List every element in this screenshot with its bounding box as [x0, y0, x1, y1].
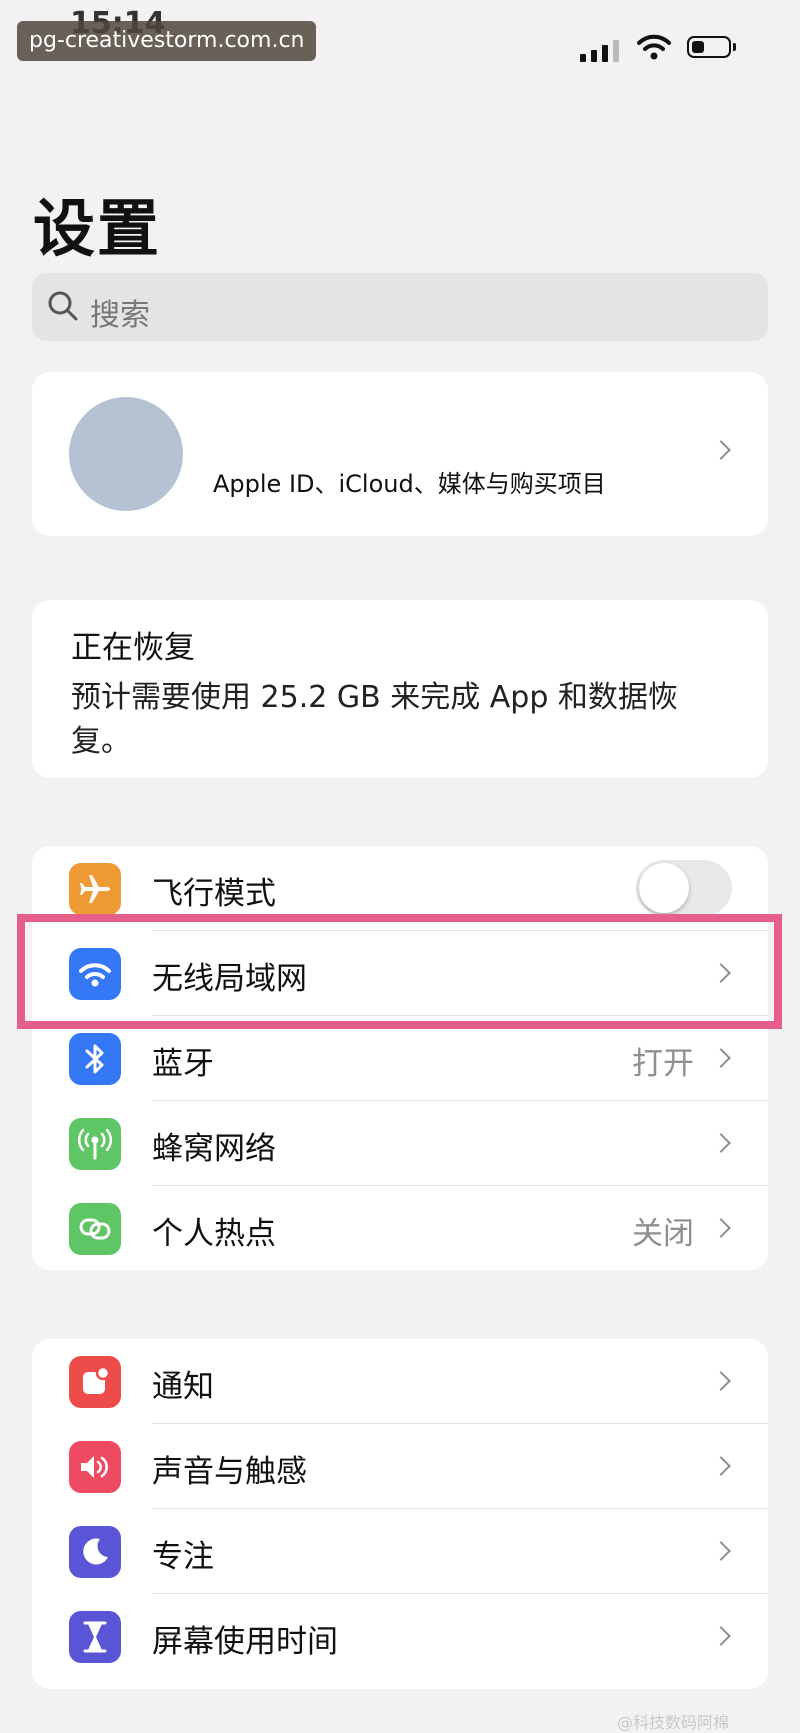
- airplane-mode-toggle[interactable]: [636, 860, 732, 916]
- chevron-right-icon: [711, 1541, 731, 1561]
- bluetooth-icon: [69, 1033, 121, 1085]
- chevron-right-icon: [711, 1456, 731, 1476]
- restore-description: 预计需要使用 25.2 GB 来完成 App 和数据恢复。: [71, 680, 678, 759]
- search-icon: [48, 291, 78, 321]
- cellular-signal-icon: [580, 40, 619, 62]
- chevron-right-icon: [711, 1371, 731, 1391]
- settings-row-focus[interactable]: 专注: [32, 1509, 768, 1594]
- settings-row-label: 个人热点: [152, 1216, 276, 1252]
- footer-watermark: @科技数码阿棉: [617, 1713, 730, 1732]
- chevron-right-icon: [711, 1133, 731, 1153]
- settings-row-value: 打开: [632, 1046, 694, 1082]
- cellular-icon: [69, 1118, 121, 1170]
- connectivity-group: 飞行模式 无线局域网 蓝牙 打开 蜂窝网络 个人热点 关闭: [32, 846, 768, 1270]
- settings-row-notifications[interactable]: 通知: [32, 1339, 768, 1424]
- settings-row-label: 飞行模式: [152, 876, 276, 912]
- chevron-right-icon: [711, 1218, 731, 1238]
- notification-icon: [69, 1356, 121, 1408]
- wifi-highlight-box: [17, 914, 782, 1029]
- restore-card: 正在恢复 预计需要使用 25.2 GB 来完成 App 和数据恢复。: [32, 600, 768, 778]
- settings-row-label: 通知: [152, 1369, 214, 1405]
- avatar: [69, 397, 183, 511]
- chevron-right-icon: [711, 1626, 731, 1646]
- restore-title: 正在恢复: [71, 630, 195, 666]
- chevron-right-icon: [711, 440, 731, 460]
- settings-row-label: 蓝牙: [152, 1046, 214, 1082]
- wifi-status-icon: [637, 34, 671, 60]
- apple-id-label: Apple ID、iCloud、媒体与购买项目: [213, 470, 606, 498]
- hotspot-icon: [69, 1203, 121, 1255]
- settings-row-label: 声音与触感: [152, 1454, 307, 1490]
- apple-id-card[interactable]: Apple ID、iCloud、媒体与购买项目: [32, 372, 768, 536]
- search-input[interactable]: 搜索: [32, 273, 768, 341]
- moon-icon: [69, 1526, 121, 1578]
- settings-row-label: 蜂窝网络: [152, 1131, 276, 1167]
- settings-row-cellular[interactable]: 蜂窝网络: [32, 1101, 768, 1186]
- settings-row-value: 关闭: [632, 1216, 694, 1252]
- hourglass-icon: [69, 1611, 121, 1663]
- airplane-icon: [69, 863, 121, 915]
- notifications-group: 通知 声音与触感 专注 屏幕使用时间: [32, 1339, 768, 1689]
- settings-row-screen-time[interactable]: 屏幕使用时间: [32, 1594, 768, 1679]
- settings-row-label: 屏幕使用时间: [152, 1624, 338, 1660]
- chevron-right-icon: [711, 1048, 731, 1068]
- settings-row-label: 专注: [152, 1539, 214, 1575]
- settings-row-sounds[interactable]: 声音与触感: [32, 1424, 768, 1509]
- battery-icon: [687, 36, 736, 58]
- search-placeholder: 搜索: [90, 298, 150, 333]
- page-title: 设置: [33, 192, 162, 265]
- sound-icon: [69, 1441, 121, 1493]
- watermark-label: pg-creativestorm.com.cn: [17, 21, 317, 61]
- settings-row-hotspot[interactable]: 个人热点 关闭: [32, 1186, 768, 1271]
